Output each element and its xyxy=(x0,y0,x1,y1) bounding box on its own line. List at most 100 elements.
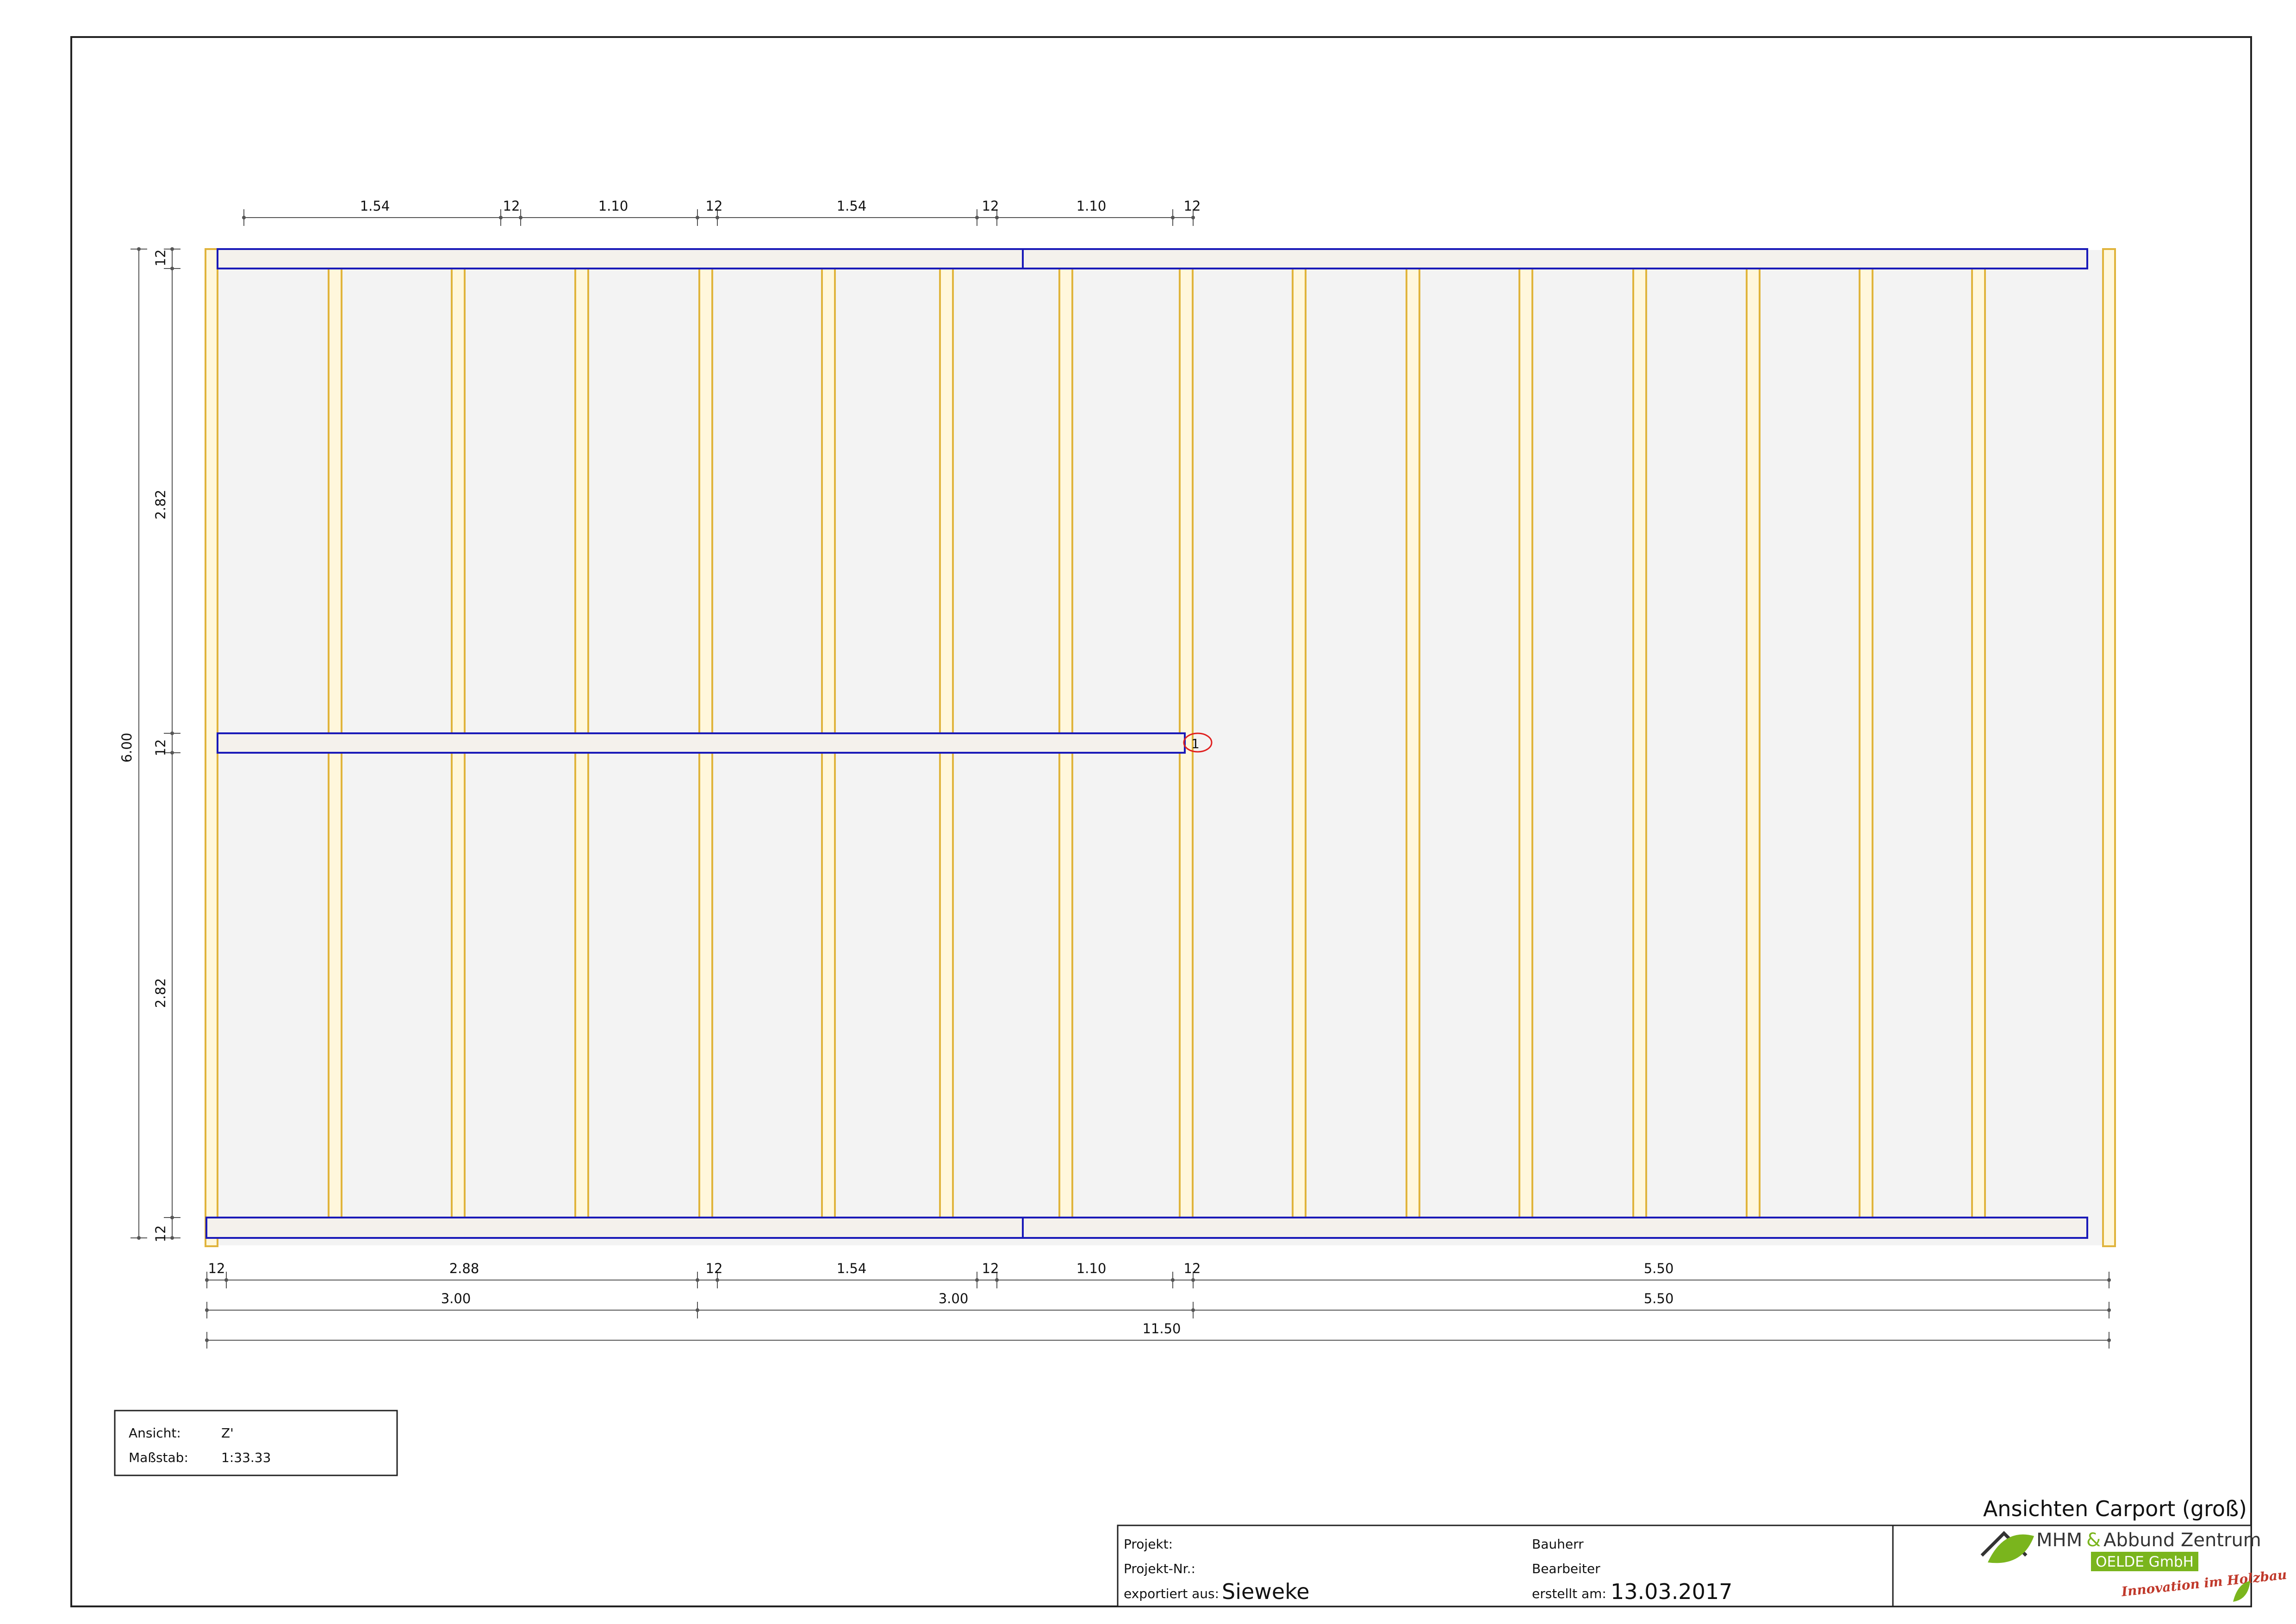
exportiert-label: exportiert aus: xyxy=(1124,1586,1219,1601)
dim-top-dot-7 xyxy=(1171,216,1175,219)
logo-mhm: MHM xyxy=(2036,1530,2082,1551)
rafter-lower-2 xyxy=(574,749,589,1219)
dim-bottom1-7: 5.50 xyxy=(1644,1261,1674,1276)
dim-top-2: 1.10 xyxy=(598,198,628,214)
rafter-lower-3 xyxy=(698,749,713,1219)
rafter-full-5 xyxy=(1746,264,1761,1219)
dim-left-dot-0 xyxy=(170,247,174,251)
rafter-lower-0 xyxy=(328,749,342,1219)
dim-bottom1-dot-3 xyxy=(716,1278,719,1282)
marker-label: 1 xyxy=(1191,736,1200,751)
beam-middle xyxy=(217,732,1186,754)
dim-bottom2-1: 3.00 xyxy=(939,1291,969,1306)
rafter-upper-6 xyxy=(1058,264,1073,737)
dim-top-3: 12 xyxy=(706,198,723,214)
dim-left-3: 2.82 xyxy=(153,978,168,1008)
dim-bottom1-dot-2 xyxy=(696,1278,699,1282)
dim-bottom1-1: 2.88 xyxy=(449,1261,479,1276)
rafter-lower-4 xyxy=(821,749,836,1219)
dim-bottom1-2: 12 xyxy=(706,1261,723,1276)
massstab-label: Maßstab: xyxy=(129,1450,188,1465)
top-dimension-labels: 1.54 12 1.10 12 1.54 12 1.10 12 xyxy=(360,198,1201,214)
bearbeiter-label: Bearbeiter xyxy=(1532,1561,1600,1576)
rafter-upper-4 xyxy=(821,264,836,737)
dim-top-4: 1.54 xyxy=(837,198,867,214)
dim-left-1: 2.82 xyxy=(153,490,168,520)
massstab-value: 1:33.33 xyxy=(221,1450,271,1465)
rafter-full-1 xyxy=(1292,264,1307,1219)
rafter-upper-1 xyxy=(451,264,466,737)
dim-bottom1-3: 1.54 xyxy=(837,1261,867,1276)
dim-bottom2-dot-2 xyxy=(1191,1308,1195,1312)
dim-top-7: 12 xyxy=(1184,198,1201,214)
dim-left-total-dot-1 xyxy=(137,1236,141,1240)
bottom-dimension-labels: 12 2.88 12 1.54 12 1.10 12 5.50 3.00 3.0… xyxy=(208,1261,1674,1337)
dim-top-6: 1.10 xyxy=(1076,198,1107,214)
drawing-canvas: 1 1.54 12 1.10 12 1.54 12 1.10 12 12 2.8… xyxy=(70,36,2288,1607)
dim-top-dot-3 xyxy=(696,216,699,219)
dim-bottom2-dot-1 xyxy=(696,1308,699,1312)
projekt-nr-label: Projekt-Nr.: xyxy=(1124,1561,1195,1576)
bauherr-label: Bauherr xyxy=(1532,1537,1584,1552)
dim-bottom-total-dot-0 xyxy=(205,1338,209,1342)
exportiert-value: Sieweke xyxy=(1222,1579,1310,1604)
dim-top-0: 1.54 xyxy=(360,198,390,214)
dim-bottom1-dot-1 xyxy=(224,1278,228,1282)
view-info-box: Ansicht: Z' Maßstab: 1:33.33 xyxy=(114,1410,398,1476)
dim-top-dot-8 xyxy=(1191,216,1195,219)
dim-top-dot-4 xyxy=(716,216,719,219)
view-info-frame xyxy=(114,1410,398,1476)
logo-amp: & xyxy=(2086,1530,2101,1551)
dim-left-total-dot-0 xyxy=(137,247,141,251)
logo-oelde: OELDE GmbH xyxy=(2096,1554,2194,1570)
dim-left-dot-5 xyxy=(170,1236,174,1240)
dim-top-1: 12 xyxy=(503,198,520,214)
dim-left-dot-2 xyxy=(170,731,174,735)
rafter-upper-5 xyxy=(939,264,954,737)
ansicht-label: Ansicht: xyxy=(129,1425,181,1441)
drawing-title: Ansichten Carport (groß) xyxy=(1983,1496,2247,1521)
dim-left-total: 6.00 xyxy=(119,733,135,763)
dim-left-4: 12 xyxy=(153,1225,168,1243)
edge-rafter-0 xyxy=(205,248,218,1247)
dim-left-2: 12 xyxy=(153,739,168,756)
dim-bottom2-dot-0 xyxy=(205,1308,209,1312)
edge-rafter-1 xyxy=(2102,248,2116,1247)
dim-top-dot-5 xyxy=(975,216,979,219)
dim-bottom1-dot-8 xyxy=(2107,1278,2111,1282)
rafter-upper-0 xyxy=(328,264,342,737)
dim-bottom1-0: 12 xyxy=(208,1261,225,1276)
rafter-upper-2 xyxy=(574,264,589,737)
dim-bottom1-6: 12 xyxy=(1184,1261,1201,1276)
dim-top-dot-2 xyxy=(519,216,523,219)
dim-left-0: 12 xyxy=(153,250,168,267)
dim-top-dot-1 xyxy=(499,216,503,219)
dim-left-dot-4 xyxy=(170,1216,174,1219)
projekt-label: Projekt: xyxy=(1124,1537,1173,1552)
beam-bottom-left xyxy=(205,1217,1024,1239)
erstellt-label: erstellt am: xyxy=(1532,1586,1606,1601)
dim-bottom1-4: 12 xyxy=(982,1261,999,1276)
dim-bottom1-dot-7 xyxy=(1191,1278,1195,1282)
rafter-lower-6 xyxy=(1058,749,1073,1219)
ansicht-value: Z' xyxy=(221,1425,234,1441)
beam-top-right xyxy=(1022,248,2088,269)
rafter-full-3 xyxy=(1518,264,1533,1219)
dim-bottom2-dot-3 xyxy=(2107,1308,2111,1312)
rafter-full-7 xyxy=(1971,264,1986,1219)
title-block: Ansichten Carport (groß) Projekt: Projek… xyxy=(1117,1496,2252,1607)
dim-top-5: 12 xyxy=(982,198,999,214)
beam-top-left xyxy=(217,248,1024,269)
rafter-full-2 xyxy=(1406,264,1420,1219)
logo-abbund: Abbund Zentrum xyxy=(2103,1530,2261,1551)
dim-bottom1-dot-6 xyxy=(1171,1278,1175,1282)
rafter-full-4 xyxy=(1632,264,1647,1219)
dim-bottom-total-dot-1 xyxy=(2107,1338,2111,1342)
rafter-full-6 xyxy=(1859,264,1873,1219)
dim-bottom1-5: 1.10 xyxy=(1076,1261,1107,1276)
dim-bottom1-dot-5 xyxy=(995,1278,999,1282)
rafter-lower-1 xyxy=(451,749,466,1219)
dim-bottom1-dot-4 xyxy=(975,1278,979,1282)
dim-bottom2-2: 5.50 xyxy=(1644,1291,1674,1306)
dim-left-dot-3 xyxy=(170,751,174,755)
